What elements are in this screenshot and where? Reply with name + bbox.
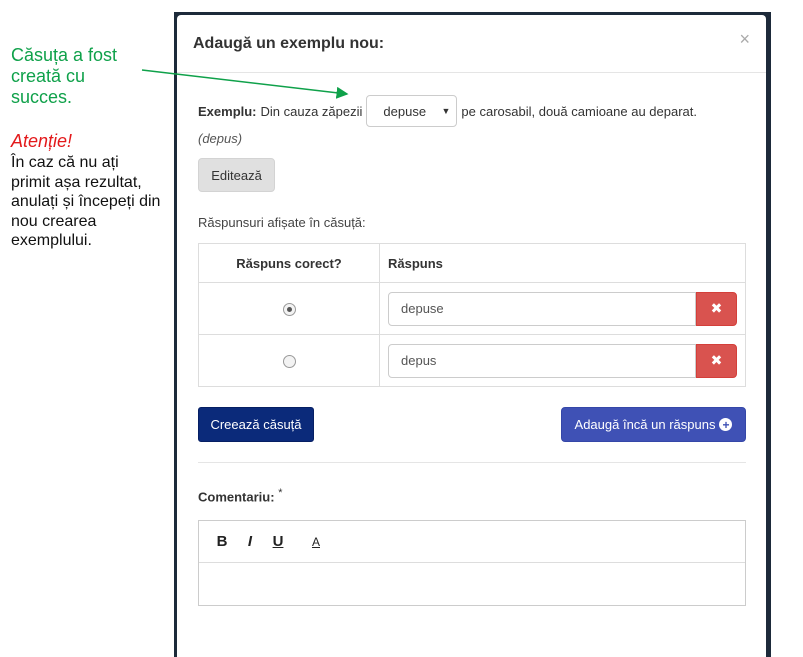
annotation-arrow [141,69,349,99]
